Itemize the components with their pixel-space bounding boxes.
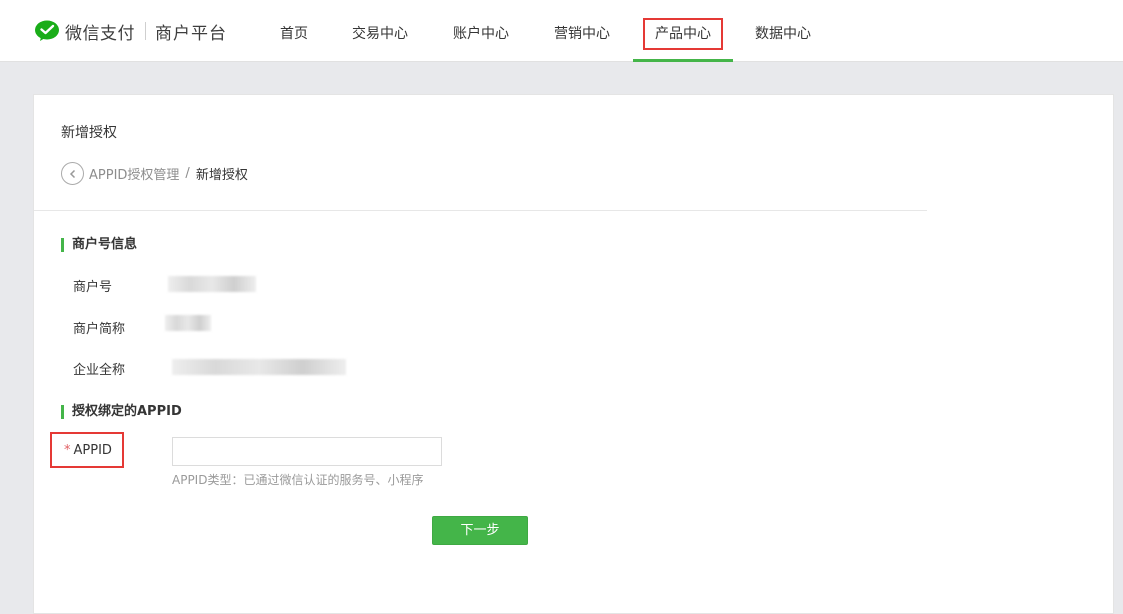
nav-marketing-label: 营销中心	[554, 26, 610, 42]
company-full-name-value-redacted	[172, 359, 346, 375]
back-button[interactable]	[61, 162, 84, 185]
breadcrumb-parent-link[interactable]: APPID授权管理	[89, 164, 179, 183]
breadcrumb-current: 新增授权	[195, 168, 248, 183]
appid-label-text: APPID	[73, 442, 112, 458]
appid-hint: APPID类型：已通过微信认证的服务号、小程序	[172, 473, 424, 487]
appid-input[interactable]	[172, 437, 442, 466]
brand-name: 微信支付	[65, 23, 135, 44]
nav-transactions-label: 交易中心	[352, 26, 408, 42]
nav-products-label: 产品中心	[643, 18, 723, 50]
chevron-left-icon	[69, 169, 75, 178]
merchant-short-name-label: 商户简称	[73, 322, 126, 337]
header-divider	[34, 210, 927, 211]
wechat-pay-logo-icon	[35, 20, 59, 41]
page-title: 新增授权	[61, 125, 117, 141]
merchant-info-section-title: 商户号信息	[61, 238, 137, 252]
merchant-short-name-value-redacted	[165, 315, 211, 331]
nav-products[interactable]: 产品中心	[633, 0, 733, 62]
nav-account[interactable]: 账户中心	[431, 0, 531, 62]
nav-marketing[interactable]: 营销中心	[532, 0, 632, 62]
top-bar: 微信支付 商户平台 首页 交易中心 账户中心 营销中心 产品中心 数据中心	[0, 0, 1123, 62]
nav-data-label: 数据中心	[755, 26, 811, 42]
platform-name: 商户平台	[155, 23, 227, 44]
logo-divider	[145, 22, 146, 40]
content-card: 新增授权 APPID授权管理 / 新增授权 商户号信息 商户号 商户简称 企业全…	[33, 94, 1114, 614]
required-asterisk: *	[64, 442, 71, 458]
breadcrumb: APPID授权管理 / 新增授权	[61, 162, 248, 185]
merchant-id-label: 商户号	[73, 280, 113, 295]
nav-account-label: 账户中心	[453, 26, 509, 42]
appid-label: * APPID	[50, 432, 124, 468]
logo[interactable]: 微信支付 商户平台	[35, 19, 227, 44]
company-full-name-label: 企业全称	[73, 363, 126, 378]
nav-data[interactable]: 数据中心	[733, 0, 833, 62]
merchant-id-value-redacted	[168, 276, 256, 292]
nav-home[interactable]: 首页	[244, 0, 344, 62]
breadcrumb-separator: /	[185, 166, 190, 181]
next-step-button[interactable]: 下一步	[432, 516, 528, 545]
nav-transactions[interactable]: 交易中心	[330, 0, 430, 62]
nav-home-label: 首页	[280, 26, 308, 42]
appid-section-title: 授权绑定的APPID	[61, 405, 182, 419]
